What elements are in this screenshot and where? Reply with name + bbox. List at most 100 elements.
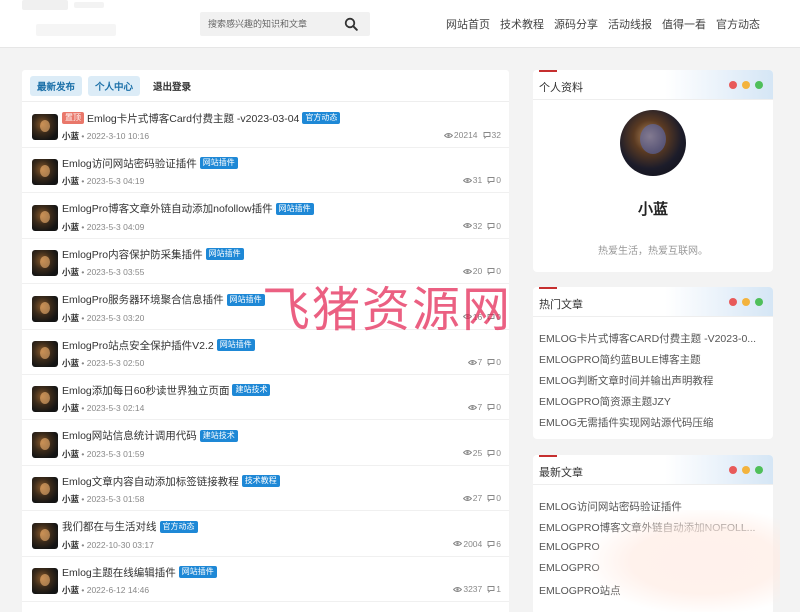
search-icon[interactable] <box>344 17 358 31</box>
post-stats: 2004 6 <box>453 539 501 549</box>
post-title-link[interactable]: EmlogPro服务器环境聚合信息插件 <box>62 292 224 307</box>
post-row[interactable]: Emlog主题在线编辑插件 网站插件 小蓝 • 2022-6-12 14:46 323… <box>22 557 509 602</box>
post-title-link[interactable]: Emlog添加每日60秒读世界独立页面 <box>62 383 229 398</box>
post-title-link[interactable]: EmlogPro站点安全保护插件V2.2 <box>62 338 214 353</box>
post-title-link[interactable]: EmlogPro内容保护防采集插件 <box>62 247 203 262</box>
category-badge[interactable]: 网站插件 <box>226 293 265 306</box>
author-avatar[interactable] <box>32 250 58 277</box>
category-badge[interactable]: 网站插件 <box>205 248 244 261</box>
post-author[interactable]: 小蓝 <box>62 222 79 232</box>
post-meta: 小蓝 • 2023-5-3 04:19 <box>62 175 144 187</box>
view-count: 27 <box>472 493 483 504</box>
nav-tutorials[interactable]: 技术教程 <box>500 16 544 32</box>
site-logo[interactable] <box>22 0 142 40</box>
author-avatar[interactable] <box>32 522 58 549</box>
author-avatar[interactable] <box>32 431 58 458</box>
comment-count: 1 <box>496 584 501 594</box>
post-title-line: Emlog主题在线编辑插件 网站插件 <box>62 565 217 579</box>
author-avatar[interactable] <box>32 386 58 413</box>
tab-logout[interactable]: 退出登录 <box>146 76 198 96</box>
profile-avatar[interactable] <box>620 110 686 176</box>
panel-accent-bar <box>539 287 557 289</box>
post-row[interactable]: Emlog文章内容自动添加标签链接教程 技术教程 小蓝 • 2023-5-3 01:… <box>22 466 509 512</box>
category-badge[interactable]: 技术教程 <box>241 475 280 488</box>
post-author[interactable]: 小蓝 <box>62 585 79 595</box>
tab-new-post[interactable]: 最新发布 <box>30 76 83 96</box>
blur-overlay <box>590 510 780 612</box>
author-avatar[interactable] <box>32 159 58 186</box>
top-header: 网站首页 技术教程 源码分享 活动线报 值得一看 官方动态 <box>0 0 800 48</box>
tab-user-center[interactable]: 个人中心 <box>88 76 141 96</box>
category-badge[interactable]: 网站插件 <box>275 202 314 215</box>
nav-activity[interactable]: 活动线报 <box>608 16 652 32</box>
post-title-link[interactable]: Emlog网站信息统计调用代码 <box>62 428 197 443</box>
post-row[interactable]: 我们都在与生活对线 官方动态 小蓝 • 2022-10-30 03:17 2004 6 <box>22 512 509 557</box>
author-avatar[interactable] <box>32 341 58 367</box>
nav-source-share[interactable]: 源码分享 <box>554 16 598 32</box>
post-title-link[interactable]: Emlog主题在线编辑插件 <box>62 565 176 580</box>
post-title-link[interactable]: Emlog访问网站密码验证插件 <box>62 156 197 171</box>
comment-icon <box>487 494 495 503</box>
post-title-link[interactable]: EmlogPro博客文章外链自动添加nofollow插件 <box>62 201 273 216</box>
author-avatar[interactable] <box>32 204 58 231</box>
search-input[interactable] <box>208 15 338 33</box>
post-title-link[interactable]: 我们都在与生活对线 <box>62 519 157 534</box>
post-author[interactable]: 小蓝 <box>62 176 79 186</box>
author-avatar[interactable] <box>32 114 58 140</box>
post-date: 2022-6-12 14:46 <box>86 585 150 595</box>
post-author[interactable]: 小蓝 <box>62 403 79 413</box>
post-author[interactable]: 小蓝 <box>62 131 79 141</box>
post-date: 2023-5-3 03:55 <box>86 267 145 278</box>
views-icon <box>462 495 472 502</box>
post-author[interactable]: 小蓝 <box>62 313 79 323</box>
hot-article-link[interactable]: EMLOGPRO简约蓝BULE博客主题 <box>539 352 767 367</box>
post-date: 2023-5-3 04:19 <box>86 176 145 187</box>
author-avatar[interactable] <box>32 295 58 322</box>
comment-icon <box>483 131 491 139</box>
post-author[interactable]: 小蓝 <box>62 494 79 504</box>
comment-count: 0 <box>496 357 501 367</box>
post-row[interactable]: Emlog添加每日60秒读世界独立页面 建站技术小蓝 • 2023-5-3 02:… <box>22 375 509 421</box>
post-row[interactable]: 置顶 Emlog卡片式博客Card付费主题 -v2023-03-04 官方动态 小蓝 … <box>22 103 509 148</box>
post-row[interactable]: Emlog网站信息统计调用代码 建站技术 小蓝 • 2023-5-3 01:59 25… <box>22 421 509 466</box>
hot-article-link[interactable]: EMLOG判断文章时间并输出声明教程 <box>539 373 767 388</box>
post-meta: 小蓝 • 2023-5-3 02:14 <box>62 402 144 414</box>
post-stats: 70 <box>467 357 501 367</box>
post-author[interactable]: 小蓝 <box>62 540 79 550</box>
post-author[interactable]: 小蓝 <box>62 449 79 459</box>
hot-article-link[interactable]: EMLOG无需插件实现网站源代码压缩 <box>539 415 767 430</box>
nav-official-news[interactable]: 官方动态 <box>716 16 760 32</box>
nav-home[interactable]: 网站首页 <box>446 16 490 32</box>
comment-icon <box>487 585 495 593</box>
meta-separator: • <box>79 221 87 232</box>
post-stats: 31 0 <box>462 175 501 185</box>
category-badge[interactable]: 网站插件 <box>178 566 217 578</box>
post-title-link[interactable]: Emlog文章内容自动添加标签链接教程 <box>62 474 239 489</box>
views-icon <box>443 132 453 139</box>
panel-title: 热门文章 <box>539 299 583 311</box>
views-icon <box>453 540 463 547</box>
nav-worth-seeing[interactable]: 值得一看 <box>662 16 706 32</box>
hot-article-link[interactable]: EMLOGPRO简资源主题JZY <box>539 394 767 409</box>
author-avatar[interactable] <box>32 568 58 594</box>
post-row[interactable]: EmlogPro博客文章外链自动添加nofollow插件 网站插件 小蓝 • 202… <box>22 194 509 239</box>
category-badge[interactable]: 建站技术 <box>232 384 271 397</box>
meta-separator: • <box>79 312 87 323</box>
divider <box>22 101 509 102</box>
post-row[interactable]: Emlog访问网站密码验证插件 网站插件小蓝 • 2023-5-3 04:19 31… <box>22 148 509 194</box>
hot-article-link[interactable]: EMLOG卡片式博客CARD付费主题 -V2023-0... <box>539 331 767 346</box>
category-badge[interactable]: 网站插件 <box>216 339 255 351</box>
comment-icon <box>487 403 495 412</box>
category-badge[interactable]: 网站插件 <box>199 157 238 170</box>
category-badge[interactable]: 官方动态 <box>159 520 198 533</box>
post-author[interactable]: 小蓝 <box>62 267 79 277</box>
comment-icon <box>487 176 495 185</box>
post-title-link[interactable]: Emlog卡片式博客Card付费主题 -v2023-03-04 <box>87 111 299 126</box>
yellow-dot-icon <box>742 466 750 474</box>
post-author[interactable]: 小蓝 <box>62 358 79 368</box>
category-badge[interactable]: 官方动态 <box>302 112 341 124</box>
red-dot-icon <box>729 466 737 474</box>
category-badge[interactable]: 建站技术 <box>199 429 238 442</box>
author-avatar[interactable] <box>32 477 58 504</box>
panel-header: 个人资料 <box>533 70 773 100</box>
